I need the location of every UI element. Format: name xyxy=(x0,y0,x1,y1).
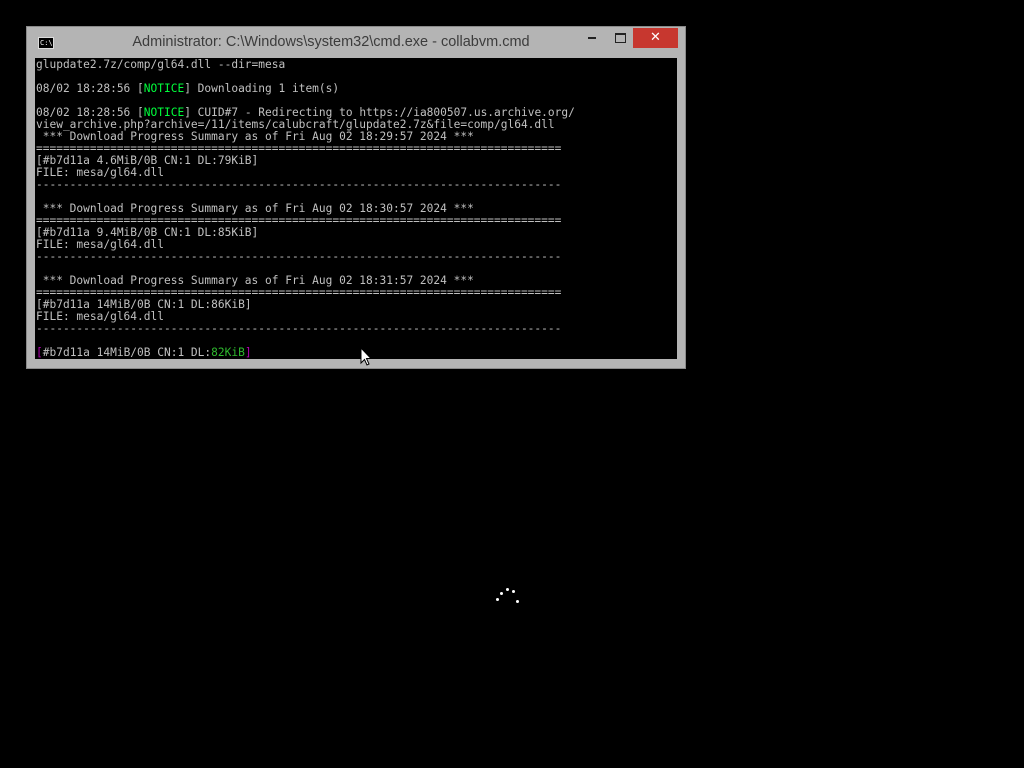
mouse-pointer-icon xyxy=(360,347,372,366)
maximize-button[interactable] xyxy=(607,27,633,47)
notice-tag: NOTICE xyxy=(143,82,185,95)
cmd-window[interactable]: C:\ Administrator: C:\Windows\system32\c… xyxy=(26,26,686,369)
progress-bracket-open: [ xyxy=(36,346,43,359)
progress-bracket-close: ] xyxy=(244,346,252,359)
console-line: glupdate2.7z/comp/gl64.dll --dir=mesa xyxy=(36,58,286,71)
console-line-notice: 08/02 18:28:56 [NOTICE] Downloading 1 it… xyxy=(36,83,339,95)
log-prefix: 08/02 18:28:56 [ xyxy=(36,82,144,95)
console-output[interactable]: glupdate2.7z/comp/gl64.dll --dir=mesa 08… xyxy=(35,58,677,359)
title-bar[interactable]: C:\ Administrator: C:\Windows\system32\c… xyxy=(27,27,685,59)
close-icon: ✕ xyxy=(650,30,661,45)
log-message: ] Downloading 1 item(s) xyxy=(184,82,340,95)
minimize-icon xyxy=(588,36,596,39)
loading-spinner-icon xyxy=(494,586,522,608)
minimize-button[interactable] xyxy=(579,27,605,47)
window-title: Administrator: C:\Windows\system32\cmd.e… xyxy=(132,34,530,50)
cmd-icon[interactable]: C:\ xyxy=(38,37,54,49)
single-rule: ----------------------------------------… xyxy=(36,178,562,191)
maximize-icon xyxy=(614,32,626,43)
single-rule: ----------------------------------------… xyxy=(36,322,562,335)
progress-body: #b7d11a 14MiB/0B CN:1 DL: xyxy=(42,346,212,359)
download-speed: 82KiB xyxy=(211,346,245,359)
live-progress-line: [#b7d11a 14MiB/0B CN:1 DL:82KiB] xyxy=(36,347,252,359)
single-rule: ----------------------------------------… xyxy=(36,250,562,263)
close-button[interactable]: ✕ xyxy=(633,28,678,48)
desktop: C:\ Administrator: C:\Windows\system32\c… xyxy=(0,0,1024,768)
